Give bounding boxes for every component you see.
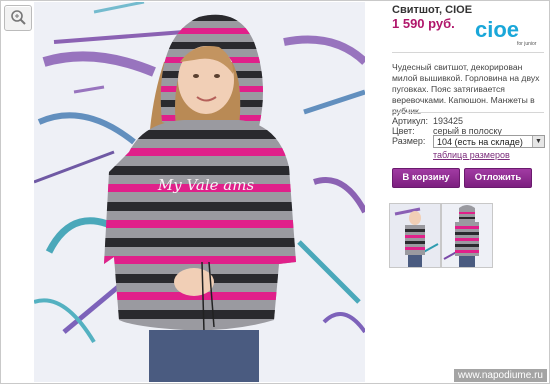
thumbnail-front[interactable] xyxy=(389,203,441,268)
add-to-cart-button[interactable]: В корзину xyxy=(392,168,460,188)
article-value: 193425 xyxy=(433,116,464,126)
product-title: Свитшот, CIOE xyxy=(392,4,473,16)
product-photo[interactable]: My Vale ams xyxy=(34,2,365,382)
thumbnail-back[interactable] xyxy=(441,203,493,268)
postpone-button[interactable]: Отложить xyxy=(464,168,532,188)
brand-logo: cioe for junior xyxy=(473,16,543,47)
divider xyxy=(392,52,544,53)
color-label: Цвет: xyxy=(392,126,415,136)
product-description: Чудесный свитшот, декорирован милой выши… xyxy=(392,62,540,116)
article-label: Артикул: xyxy=(392,116,429,126)
divider xyxy=(392,112,544,113)
chevron-down-icon[interactable]: ▼ xyxy=(532,136,544,147)
size-table-link[interactable]: таблица размеров xyxy=(433,150,510,160)
size-label: Размер: xyxy=(392,136,426,146)
product-price: 1 590 руб. xyxy=(392,16,455,31)
sweater-print: My Vale ams xyxy=(157,176,255,194)
brand-logo-text: cioe xyxy=(475,17,519,42)
size-selected-value: 104 (есть на складе) xyxy=(437,137,523,147)
brand-sub-text: for junior xyxy=(517,41,537,47)
magnifier-icon xyxy=(11,10,26,25)
size-select[interactable]: 104 (есть на складе) ▼ xyxy=(433,135,545,148)
zoom-button[interactable] xyxy=(4,5,32,31)
site-watermark: www.napodiume.ru xyxy=(453,369,547,382)
